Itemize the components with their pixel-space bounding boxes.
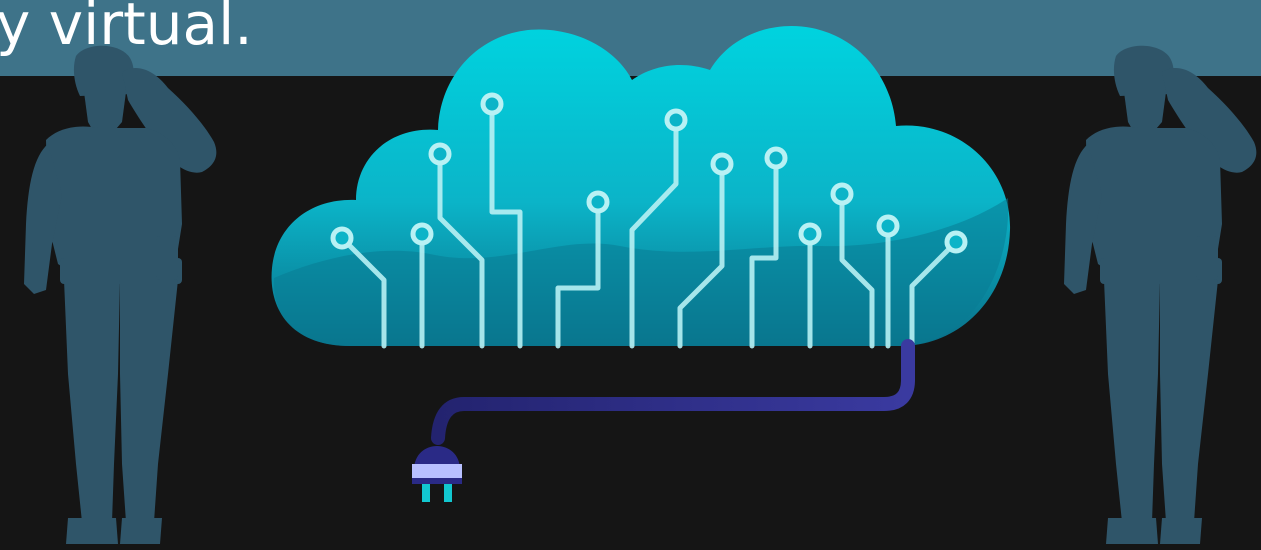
soldier-left-silhouette <box>24 45 217 544</box>
soldier-right-silhouette <box>1064 45 1257 544</box>
power-cable <box>431 339 915 445</box>
plug-icon <box>412 446 462 502</box>
cloud-circuit-illustration <box>271 25 1011 502</box>
